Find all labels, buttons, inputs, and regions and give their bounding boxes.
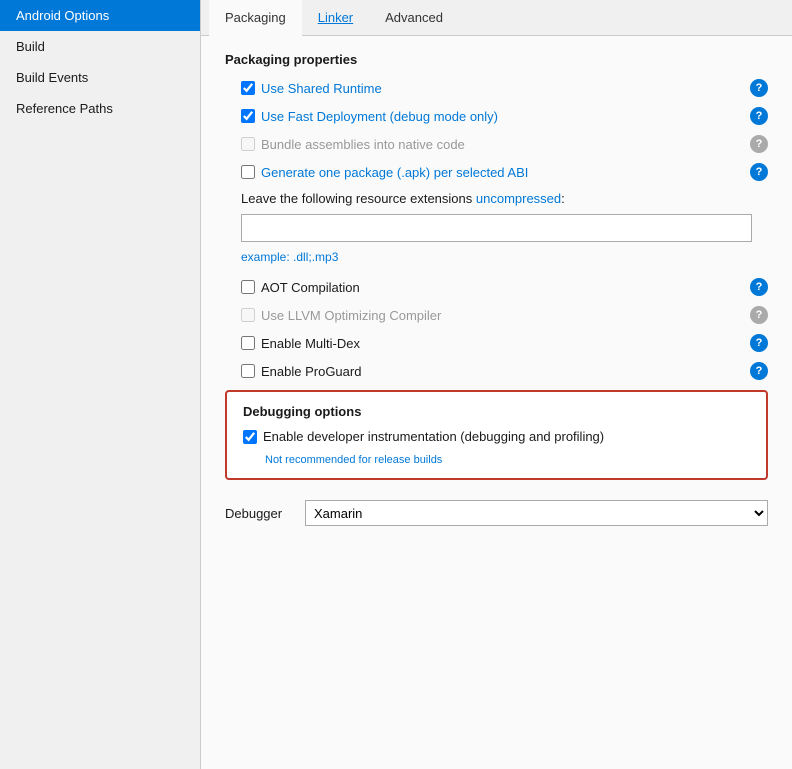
- tab-advanced[interactable]: Advanced: [369, 0, 459, 35]
- help-icon-enable-multi-dex[interactable]: ?: [750, 334, 768, 352]
- help-icon-use-llvm[interactable]: ?: [750, 306, 768, 324]
- tab-linker[interactable]: Linker: [302, 0, 369, 35]
- option-generate-one-package: Generate one package (.apk) per selected…: [225, 163, 768, 181]
- checkbox-generate-one-package[interactable]: [241, 165, 255, 179]
- resource-extensions-input[interactable]: [241, 214, 752, 242]
- option-use-llvm: Use LLVM Optimizing Compiler ?: [225, 306, 768, 324]
- debugging-section: Debugging options Enable developer instr…: [225, 390, 768, 480]
- debugger-row: Debugger Xamarin None: [225, 492, 768, 526]
- debugging-section-title: Debugging options: [243, 404, 750, 419]
- label-enable-developer-instrumentation[interactable]: Enable developer instrumentation (debugg…: [263, 429, 604, 444]
- option-use-shared-runtime: Use Shared Runtime ?: [225, 79, 768, 97]
- option-aot-compilation: AOT Compilation ?: [225, 278, 768, 296]
- tab-packaging[interactable]: Packaging: [209, 0, 302, 36]
- resource-label: Leave the following resource extensions …: [225, 191, 768, 206]
- help-icon-enable-proguard[interactable]: ?: [750, 362, 768, 380]
- option-enable-multi-dex: Enable Multi-Dex ?: [225, 334, 768, 352]
- checkbox-enable-developer-instrumentation[interactable]: [243, 430, 257, 444]
- label-aot-compilation[interactable]: AOT Compilation: [261, 280, 360, 295]
- option-enable-proguard: Enable ProGuard ?: [225, 362, 768, 380]
- resource-input-container: [241, 214, 752, 242]
- label-generate-one-package[interactable]: Generate one package (.apk) per selected…: [261, 165, 528, 180]
- help-icon-bundle-assemblies[interactable]: ?: [750, 135, 768, 153]
- content-area: Packaging properties Use Shared Runtime …: [201, 36, 792, 769]
- help-icon-use-fast-deployment[interactable]: ?: [750, 107, 768, 125]
- help-icon-use-shared-runtime[interactable]: ?: [750, 79, 768, 97]
- debugger-select[interactable]: Xamarin None: [305, 500, 768, 526]
- tab-bar: Packaging Linker Advanced: [201, 0, 792, 36]
- option-enable-developer-instrumentation: Enable developer instrumentation (debugg…: [243, 429, 750, 444]
- label-enable-multi-dex[interactable]: Enable Multi-Dex: [261, 336, 360, 351]
- sidebar: Android Options Build Build Events Refer…: [0, 0, 200, 769]
- checkbox-aot-compilation[interactable]: [241, 280, 255, 294]
- checkbox-use-llvm: [241, 308, 255, 322]
- sidebar-item-build-events[interactable]: Build Events: [0, 62, 200, 93]
- checkbox-enable-proguard[interactable]: [241, 364, 255, 378]
- label-use-llvm: Use LLVM Optimizing Compiler: [261, 308, 441, 323]
- checkbox-bundle-assemblies: [241, 137, 255, 151]
- sidebar-item-build[interactable]: Build: [0, 31, 200, 62]
- option-bundle-assemblies: Bundle assemblies into native code ?: [225, 135, 768, 153]
- help-icon-generate-one-package[interactable]: ?: [750, 163, 768, 181]
- resource-example: example: .dll;.mp3: [225, 250, 768, 264]
- label-bundle-assemblies: Bundle assemblies into native code: [261, 137, 465, 152]
- checkbox-use-shared-runtime[interactable]: [241, 81, 255, 95]
- debugger-label: Debugger: [225, 506, 305, 521]
- checkbox-use-fast-deployment[interactable]: [241, 109, 255, 123]
- debug-note: Not recommended for release builds: [243, 454, 750, 466]
- sidebar-item-reference-paths[interactable]: Reference Paths: [0, 93, 200, 124]
- sidebar-item-android-options[interactable]: Android Options: [0, 0, 200, 31]
- packaging-section-title: Packaging properties: [225, 52, 768, 67]
- main-panel: Packaging Linker Advanced Packaging prop…: [200, 0, 792, 769]
- option-use-fast-deployment: Use Fast Deployment (debug mode only) ?: [225, 107, 768, 125]
- label-use-fast-deployment[interactable]: Use Fast Deployment (debug mode only): [261, 109, 498, 124]
- label-use-shared-runtime[interactable]: Use Shared Runtime: [261, 81, 382, 96]
- help-icon-aot-compilation[interactable]: ?: [750, 278, 768, 296]
- checkbox-enable-multi-dex[interactable]: [241, 336, 255, 350]
- label-enable-proguard[interactable]: Enable ProGuard: [261, 364, 361, 379]
